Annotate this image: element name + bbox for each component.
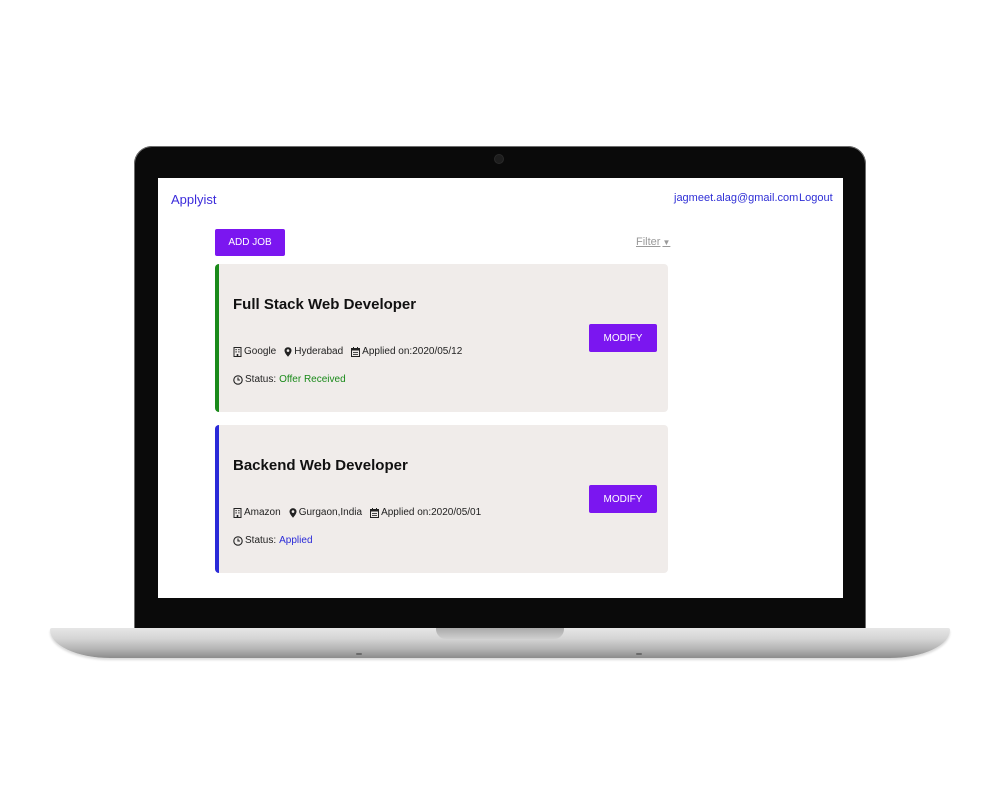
laptop-foot (636, 653, 642, 655)
clock-icon (233, 535, 243, 546)
status-label: Status: (245, 374, 277, 385)
add-job-button[interactable]: ADD JOB (215, 229, 285, 256)
calendar-icon (370, 507, 380, 518)
applied-date-info: Applied on:2020/05/12 (351, 346, 462, 357)
modify-button[interactable]: MODIFY (589, 324, 657, 352)
location-name: Hyderabad (294, 346, 344, 357)
job-title: Full Stack Web Developer (233, 296, 417, 313)
navbar: Applyist jagmeet.alag@gmail.com Logout (158, 178, 843, 222)
screen: Applyist jagmeet.alag@gmail.com Logout A… (158, 178, 843, 598)
company-name: Google (244, 346, 277, 357)
company-info: Google (233, 346, 276, 357)
location-name: Gurgaon,India (298, 507, 363, 518)
status-badge: Offer Received (279, 374, 346, 385)
applied-date: Applied on:2020/05/12 (362, 346, 463, 357)
applied-date: Applied on:2020/05/01 (381, 507, 482, 518)
status-accent-bar (215, 264, 219, 412)
laptop-base (50, 628, 950, 658)
calendar-icon (351, 346, 361, 357)
job-card: Full Stack Web Developer Google Hyderaba… (215, 264, 668, 412)
user-email-link[interactable]: jagmeet.alag@gmail.com (674, 192, 798, 204)
location-info: Gurgaon,India (289, 507, 362, 518)
job-title: Backend Web Developer (233, 457, 408, 474)
filter-dropdown[interactable]: Filter ▼ (636, 236, 670, 248)
map-pin-icon (289, 507, 297, 518)
status-badge: Applied (279, 535, 313, 546)
status-accent-bar (215, 425, 219, 573)
job-card: Backend Web Developer Amazon Gurgaon,Ind… (215, 425, 668, 573)
building-icon (233, 507, 242, 518)
location-info: Hyderabad (284, 346, 343, 357)
laptop-opening-notch (436, 628, 564, 639)
map-pin-icon (284, 346, 292, 357)
filter-label: Filter (636, 236, 661, 248)
status-label: Status: (245, 535, 277, 546)
status-row: Status: Applied (233, 535, 313, 546)
laptop-lid: Applyist jagmeet.alag@gmail.com Logout A… (134, 146, 866, 632)
company-name: Amazon (244, 507, 281, 518)
caret-down-icon: ▼ (662, 237, 671, 247)
laptop-foot (356, 653, 362, 655)
job-meta-row: Amazon Gurgaon,India Applied on:2020/05/… (233, 507, 489, 518)
job-meta-row: Google Hyderabad Applied on:2020/05/12 (233, 346, 470, 357)
company-info: Amazon (233, 507, 281, 518)
logout-link[interactable]: Logout (799, 192, 833, 204)
status-row: Status: Offer Received (233, 374, 346, 385)
brand-logo[interactable]: Applyist (171, 192, 217, 207)
modify-button[interactable]: MODIFY (589, 485, 657, 513)
clock-icon (233, 374, 243, 385)
camera-dot (495, 155, 503, 163)
building-icon (233, 346, 242, 357)
applied-date-info: Applied on:2020/05/01 (370, 507, 481, 518)
